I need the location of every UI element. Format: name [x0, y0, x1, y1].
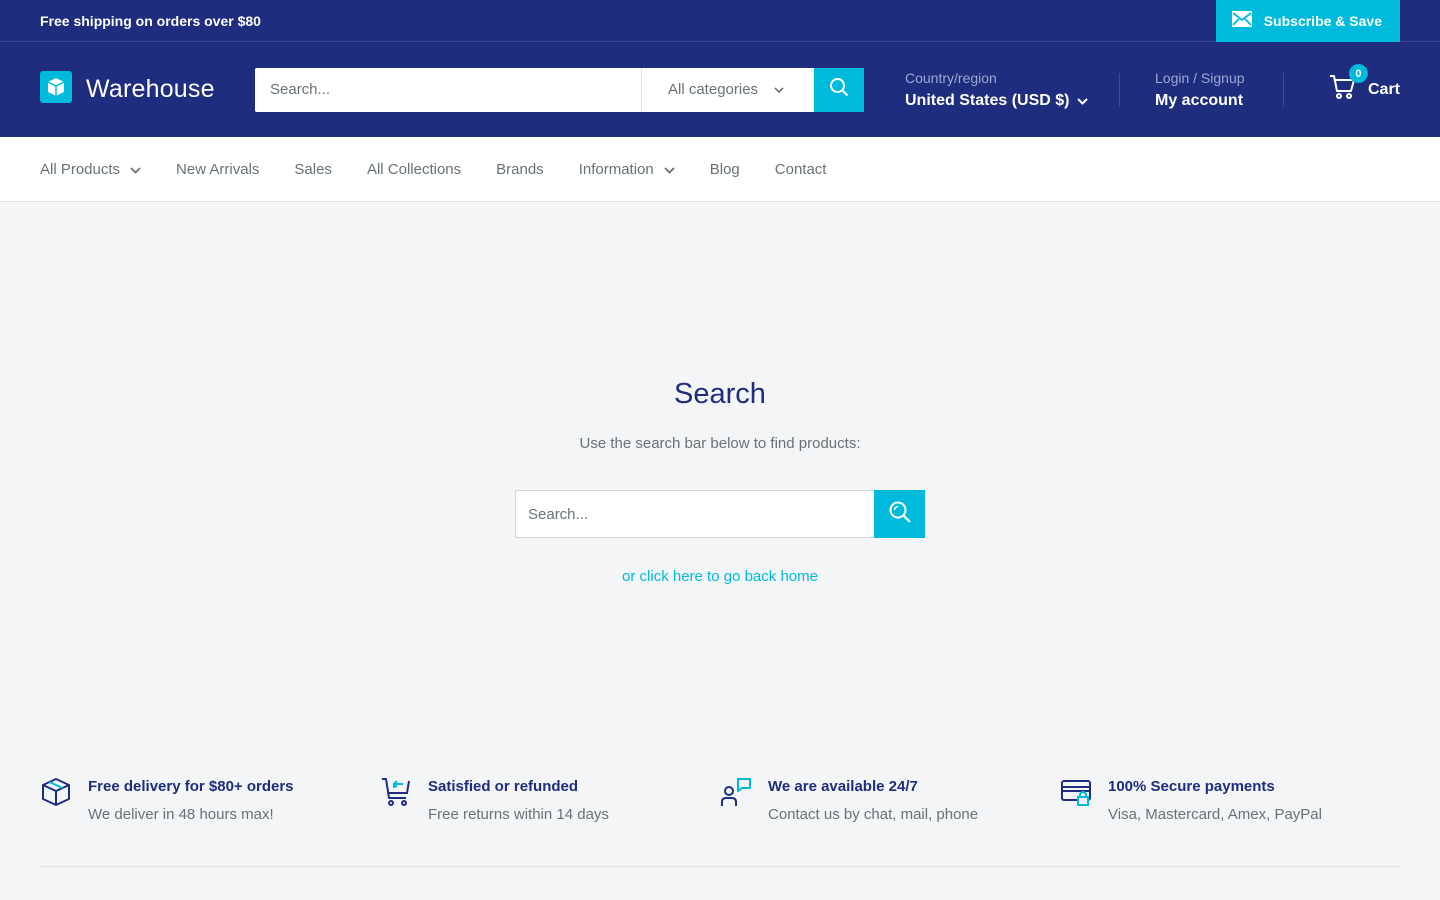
chevron-down-icon [774, 81, 784, 98]
search-icon [829, 77, 849, 102]
nav-item-all-collections[interactable]: All Collections [367, 161, 461, 178]
feature-item: 100% Secure payments Visa, Mastercard, A… [1060, 776, 1400, 866]
feature-title: 100% Secure payments [1108, 778, 1275, 795]
main-nav: All Products New Arrivals Sales All Coll… [0, 137, 1440, 202]
site-header: Warehouse All categories Country/region … [0, 42, 1440, 137]
nav-item-label: Information [578, 160, 654, 178]
cart-button[interactable]: 0 Cart [1329, 64, 1400, 105]
nav-item-label: All Collections [366, 160, 462, 178]
account-label: My account [1155, 91, 1244, 109]
region-value: United States (USD $) [905, 91, 1070, 109]
secure-card-icon [1060, 776, 1092, 866]
feature-subtitle: Contact us by chat, mail, phone [768, 806, 979, 823]
feature-item: Free delivery for $80+ orders We deliver… [40, 776, 380, 866]
feature-item: We are available 24/7 Contact us by chat… [720, 776, 1060, 866]
feature-item: Satisfied or refunded Free returns withi… [380, 776, 720, 866]
nav-item-label: New Arrivals [176, 160, 260, 178]
nav-item-new-arrivals[interactable]: New Arrivals [176, 161, 259, 178]
search-page: Search Use the search bar below to find … [0, 202, 1440, 742]
page-search-button[interactable] [874, 490, 925, 538]
page-title: Search [674, 378, 766, 410]
nav-item-blog[interactable]: Blog [710, 161, 740, 178]
chevron-down-icon [1077, 92, 1089, 110]
features-row: Free delivery for $80+ orders We deliver… [40, 742, 1400, 867]
feature-subtitle: Visa, Mastercard, Amex, PayPal [1108, 806, 1322, 823]
feature-subtitle: Free returns within 14 days [428, 806, 609, 823]
header-divider [1119, 72, 1120, 107]
page-search-form [515, 490, 925, 538]
nav-item-contact[interactable]: Contact [775, 161, 827, 178]
header-search: All categories [255, 67, 864, 112]
nav-item-label: Contact [774, 160, 827, 178]
box-icon [40, 776, 72, 866]
page-search-input[interactable] [515, 490, 874, 538]
nav-item-label: Sales [294, 160, 332, 178]
nav-item-label: Blog [709, 160, 740, 178]
logo[interactable]: Warehouse [40, 71, 255, 108]
cart-count-badge: 0 [1348, 64, 1368, 83]
feature-subtitle: We deliver in 48 hours max! [88, 806, 274, 823]
announcement-text: Free shipping on orders over $80 [40, 12, 261, 29]
cart-label: Cart [1367, 80, 1400, 98]
nav-item-all-products[interactable]: All Products [40, 161, 141, 178]
announcement-bar: Free shipping on orders over $80 Subscri… [0, 0, 1440, 42]
subscribe-button[interactable]: Subscribe & Save [1215, 0, 1400, 42]
header-search-input[interactable] [255, 67, 641, 112]
support-chat-icon [720, 776, 752, 866]
region-selector[interactable]: Country/region United States (USD $) [905, 70, 1119, 110]
login-label: Login / Signup [1155, 69, 1245, 86]
cart-return-icon [380, 776, 412, 866]
mail-icon [1231, 11, 1252, 30]
search-icon [888, 500, 912, 529]
logo-text: Warehouse [86, 75, 215, 103]
region-label: Country/region [905, 69, 997, 86]
feature-title: We are available 24/7 [768, 778, 918, 795]
nav-item-brands[interactable]: Brands [496, 161, 544, 178]
nav-item-label: Brands [496, 160, 544, 178]
feature-title: Free delivery for $80+ orders [88, 778, 294, 795]
account-link[interactable]: Login / Signup My account [1155, 70, 1283, 110]
nav-item-label: All Products [40, 160, 121, 178]
header-search-button[interactable] [814, 67, 864, 112]
back-home-link[interactable]: or click here to go back home [622, 568, 818, 585]
nav-item-sales[interactable]: Sales [294, 161, 332, 178]
header-divider [1283, 72, 1284, 107]
subscribe-label: Subscribe & Save [1263, 12, 1382, 29]
chevron-down-icon [130, 161, 141, 178]
category-select[interactable]: All categories [641, 67, 814, 112]
logo-icon [40, 71, 72, 108]
chevron-down-icon [664, 161, 675, 178]
category-select-label: All categories [668, 81, 759, 98]
nav-item-information[interactable]: Information [579, 161, 675, 178]
feature-title: Satisfied or refunded [428, 778, 579, 795]
page-description: Use the search bar below to find product… [579, 435, 861, 452]
